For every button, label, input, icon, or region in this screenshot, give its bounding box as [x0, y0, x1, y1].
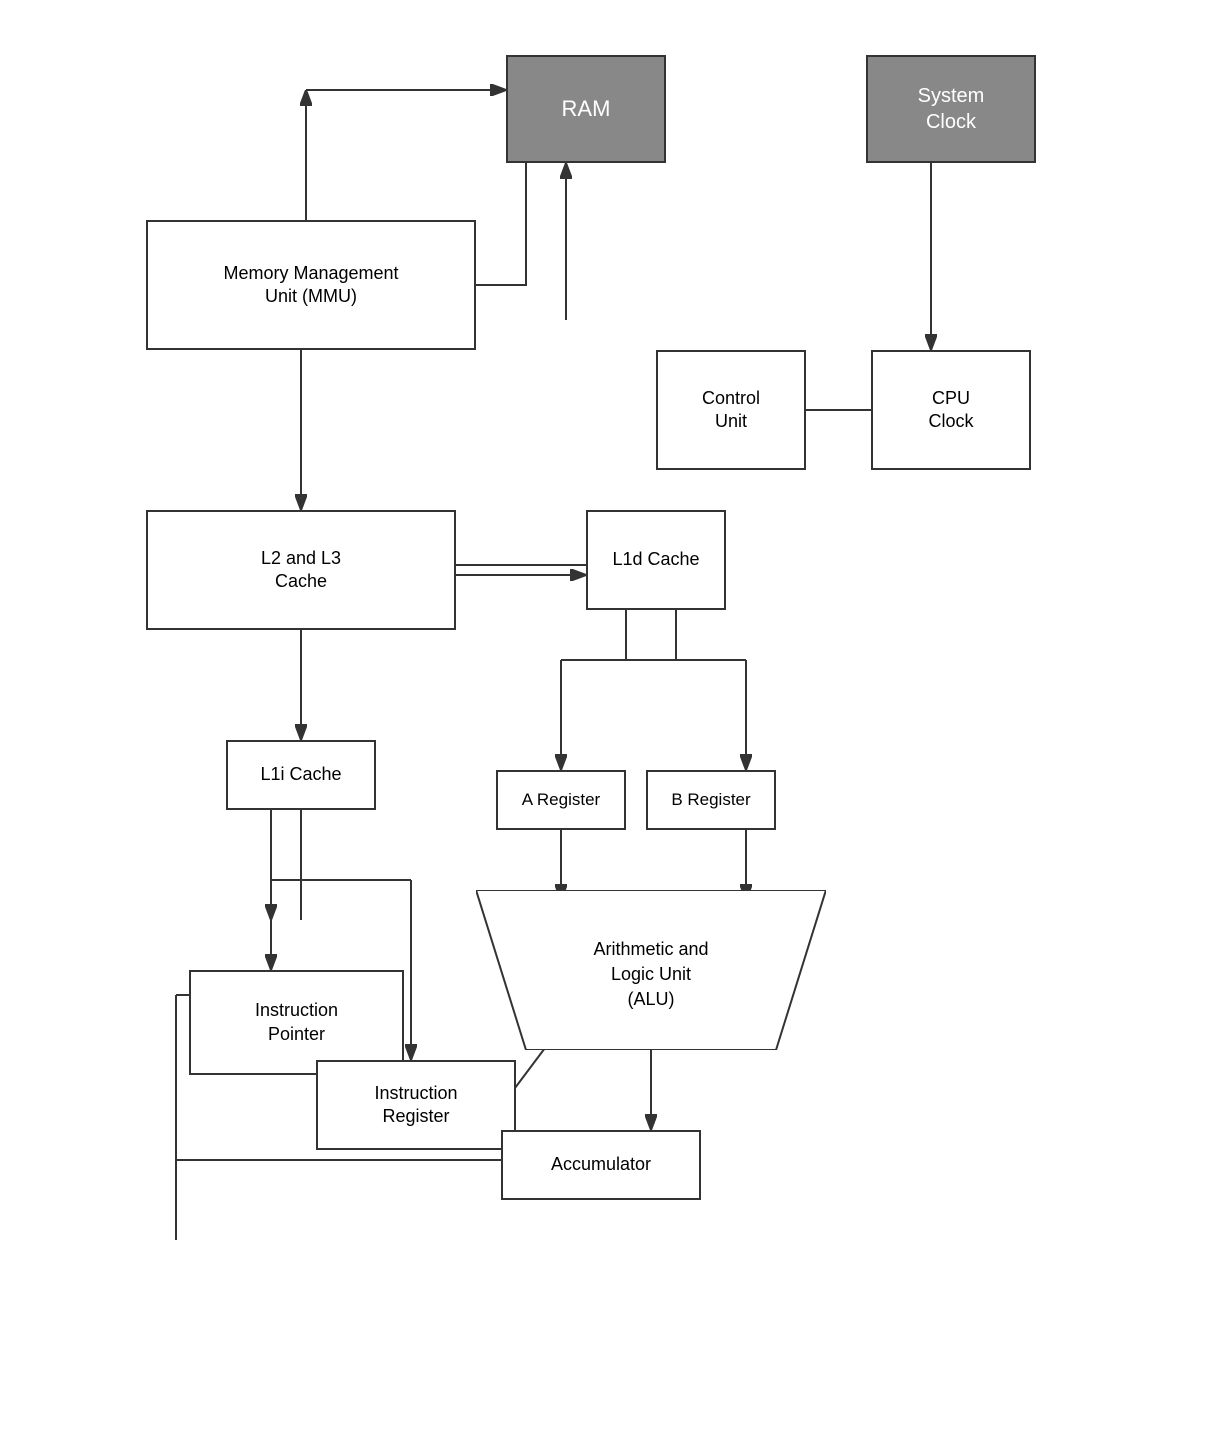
- b-register-box: B Register: [646, 770, 776, 830]
- ram-box: RAM: [506, 55, 666, 163]
- control-unit-box: ControlUnit: [656, 350, 806, 470]
- system-clock-box: SystemClock: [866, 55, 1036, 163]
- l1i-cache-box: L1i Cache: [226, 740, 376, 810]
- cpu-clock-box: CPUClock: [871, 350, 1031, 470]
- alu-box: Arithmetic and Logic Unit (ALU): [476, 890, 826, 1050]
- svg-text:Arithmetic and: Arithmetic and: [593, 939, 708, 959]
- cpu-diagram: RAM SystemClock Memory ManagementUnit (M…: [116, 20, 1116, 1400]
- mmu-box: Memory ManagementUnit (MMU): [146, 220, 476, 350]
- instruction-register-box: InstructionRegister: [316, 1060, 516, 1150]
- l1d-cache-box: L1d Cache: [586, 510, 726, 610]
- a-register-box: A Register: [496, 770, 626, 830]
- svg-text:(ALU): (ALU): [627, 989, 674, 1009]
- svg-text:Logic Unit: Logic Unit: [611, 964, 691, 984]
- l2l3-cache-box: L2 and L3Cache: [146, 510, 456, 630]
- accumulator-box: Accumulator: [501, 1130, 701, 1200]
